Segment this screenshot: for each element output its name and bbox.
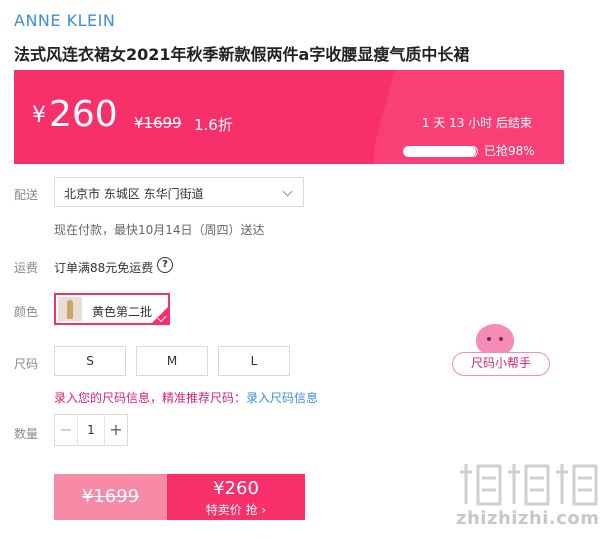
buy-price: ¥260 <box>213 478 259 499</box>
watermark-text: zhizhizhi.com <box>456 508 600 529</box>
quantity-input[interactable]: 1 <box>78 415 104 445</box>
color-thumbnail <box>58 297 82 321</box>
size-tip: 录入您的尺码信息，精准推荐尺码：录入尺码信息 <box>54 389 318 406</box>
size-option-l[interactable]: L <box>218 346 290 376</box>
delivery-estimate: 现在付款，最快10月14日（周四）送达 <box>54 223 265 237</box>
countdown-timer: 1 天 13 小时 后结束 <box>421 116 532 130</box>
price-banner: ¥260 ¥1699 1.6折 1 天 13 小时 后结束 已抢98% <box>14 70 564 164</box>
color-option-label: 黄色第二批 <box>92 305 153 319</box>
address-selector[interactable]: 北京市 东城区 东华门街道 <box>54 177 304 207</box>
sold-progress-text: 已抢98% <box>484 144 535 158</box>
original-price: ¥1699 <box>134 114 182 132</box>
chevron-down-icon <box>282 186 293 197</box>
shipping-label: 运费 <box>14 261 39 275</box>
sale-price: ¥260 <box>32 94 118 135</box>
color-label: 颜色 <box>14 305 39 319</box>
help-icon[interactable]: ? <box>157 257 173 273</box>
shipping-text: 订单满88元免运费 <box>54 261 154 275</box>
sold-progress-bar <box>403 146 478 157</box>
delivery-label: 配送 <box>14 188 39 202</box>
quantity-stepper: − 1 + <box>54 414 128 446</box>
address-value: 北京市 东城区 东华门街道 <box>64 187 204 201</box>
color-option-selected[interactable]: 黄色第二批 <box>54 293 170 325</box>
buy-original-price: ¥1699 <box>54 474 167 520</box>
buy-now-button[interactable]: ¥260 特卖价 抢 › <box>167 474 305 520</box>
brand-name[interactable]: ANNE KLEIN <box>14 11 115 30</box>
size-tip-link[interactable]: 录入尺码信息 <box>246 391 318 405</box>
discount-badge: 1.6折 <box>194 116 233 134</box>
size-tip-text: 录入您的尺码信息，精准推荐尺码： <box>54 391 247 405</box>
size-helper-label: 尺码小帮手 <box>452 352 550 376</box>
size-option-s[interactable]: S <box>54 346 126 376</box>
decrement-button[interactable]: − <box>55 415 78 445</box>
size-helper[interactable]: 尺码小帮手 <box>452 322 550 378</box>
increment-button[interactable]: + <box>104 415 127 445</box>
sold-progress-fill <box>404 147 476 156</box>
size-option-m[interactable]: M <box>136 346 208 376</box>
quantity-label: 数量 <box>14 427 39 441</box>
size-label: 尺码 <box>14 357 39 371</box>
buy-cta: 特卖价 抢 › <box>205 503 267 517</box>
watermark-logo <box>460 464 598 506</box>
product-title: 法式风连衣裙女2021年秋季新款假两件a字收腰显瘦气质中长裙 <box>14 45 470 64</box>
